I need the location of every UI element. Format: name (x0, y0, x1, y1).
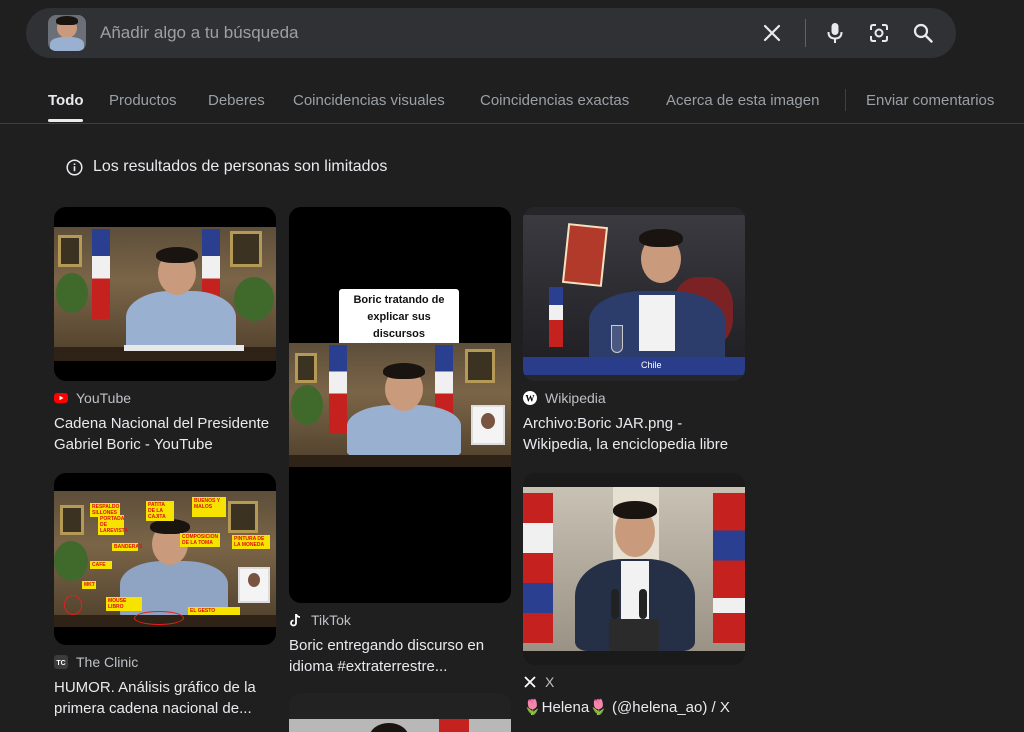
result-title[interactable]: HUMOR. Análisis gráfico de la primera ca… (54, 677, 276, 719)
tab-deberes[interactable]: Deberes (208, 92, 265, 109)
active-tab-indicator (48, 119, 83, 122)
tab-acerca-de-esta-imagen[interactable]: Acerca de esta imagen (666, 92, 819, 109)
nameplate-text: Chile (641, 360, 662, 370)
result-image[interactable] (54, 207, 276, 381)
result-image[interactable]: Chile (523, 207, 745, 381)
result-title[interactable]: Boric entregando discurso en idioma #ext… (289, 635, 511, 677)
result-source[interactable]: X (523, 673, 745, 691)
search-input[interactable]: Añadir algo a tu búsqueda (100, 23, 761, 43)
result-card[interactable]: Boric tratando de explicar sus discursos… (289, 207, 511, 677)
tab-coincidencias-exactas[interactable]: Coincidencias exactas (480, 92, 629, 109)
result-source-name: The Clinic (76, 654, 139, 670)
tiktok-icon (289, 613, 303, 627)
tab-productos[interactable]: Productos (109, 92, 177, 109)
people-results-notice: Los resultados de personas son limitados (66, 158, 387, 176)
tab-todo[interactable]: Todo (48, 92, 84, 109)
result-image[interactable] (523, 473, 745, 665)
result-source[interactable]: TC The Clinic (54, 653, 276, 671)
result-source-name: Wikipedia (545, 390, 606, 406)
result-title[interactable]: 🌷Helena🌷 (@helena_ao) / X (523, 697, 745, 718)
query-image-thumbnail[interactable] (48, 15, 86, 51)
info-icon (66, 158, 83, 176)
results-tabs: Todo Productos Deberes Coincidencias vis… (0, 76, 1024, 124)
clear-icon[interactable] (761, 22, 783, 44)
result-source-name: YouTube (76, 390, 132, 406)
theclinic-icon: TC (54, 655, 68, 669)
result-image[interactable] (289, 693, 511, 732)
result-image[interactable]: RESPALDO SILLONES PORTADA DE LAREVISTA P… (54, 473, 276, 645)
result-title[interactable]: Cadena Nacional del Presidente Gabriel B… (54, 413, 276, 455)
result-source-name: X (545, 674, 555, 690)
result-source[interactable]: W Wikipedia (523, 389, 745, 407)
youtube-icon (54, 391, 68, 405)
send-feedback-link[interactable]: Enviar comentarios (866, 92, 994, 109)
svg-text:TC: TC (56, 660, 65, 667)
result-title[interactable]: Archivo:Boric JAR.png - Wikipedia, la en… (523, 413, 745, 455)
result-card[interactable]: YouTube Cadena Nacional del Presidente G… (54, 207, 276, 455)
video-caption: Boric tratando de explicar sus discursos (339, 289, 459, 346)
result-card[interactable]: Chile W Wikipedia Archivo:Boric JAR.png … (523, 207, 745, 455)
search-bar[interactable]: Añadir algo a tu búsqueda (26, 8, 956, 58)
lens-camera-icon[interactable] (868, 22, 890, 44)
svg-text:W: W (526, 394, 535, 404)
search-icon[interactable] (912, 22, 934, 44)
search-divider (805, 19, 806, 47)
result-card[interactable]: X 🌷Helena🌷 (@helena_ao) / X (523, 473, 745, 718)
result-card[interactable] (289, 693, 511, 732)
x-icon (523, 675, 537, 689)
wikipedia-icon: W (523, 391, 537, 405)
notice-text: Los resultados de personas son limitados (93, 158, 388, 175)
tabs-divider (845, 89, 846, 111)
tab-coincidencias-visuales[interactable]: Coincidencias visuales (293, 92, 445, 109)
result-source[interactable]: YouTube (54, 389, 276, 407)
result-source-name: TikTok (311, 612, 351, 628)
result-image[interactable]: Boric tratando de explicar sus discursos (289, 207, 511, 603)
result-card[interactable]: RESPALDO SILLONES PORTADA DE LAREVISTA P… (54, 473, 276, 719)
result-source[interactable]: TikTok (289, 611, 511, 629)
microphone-icon[interactable] (824, 22, 846, 44)
